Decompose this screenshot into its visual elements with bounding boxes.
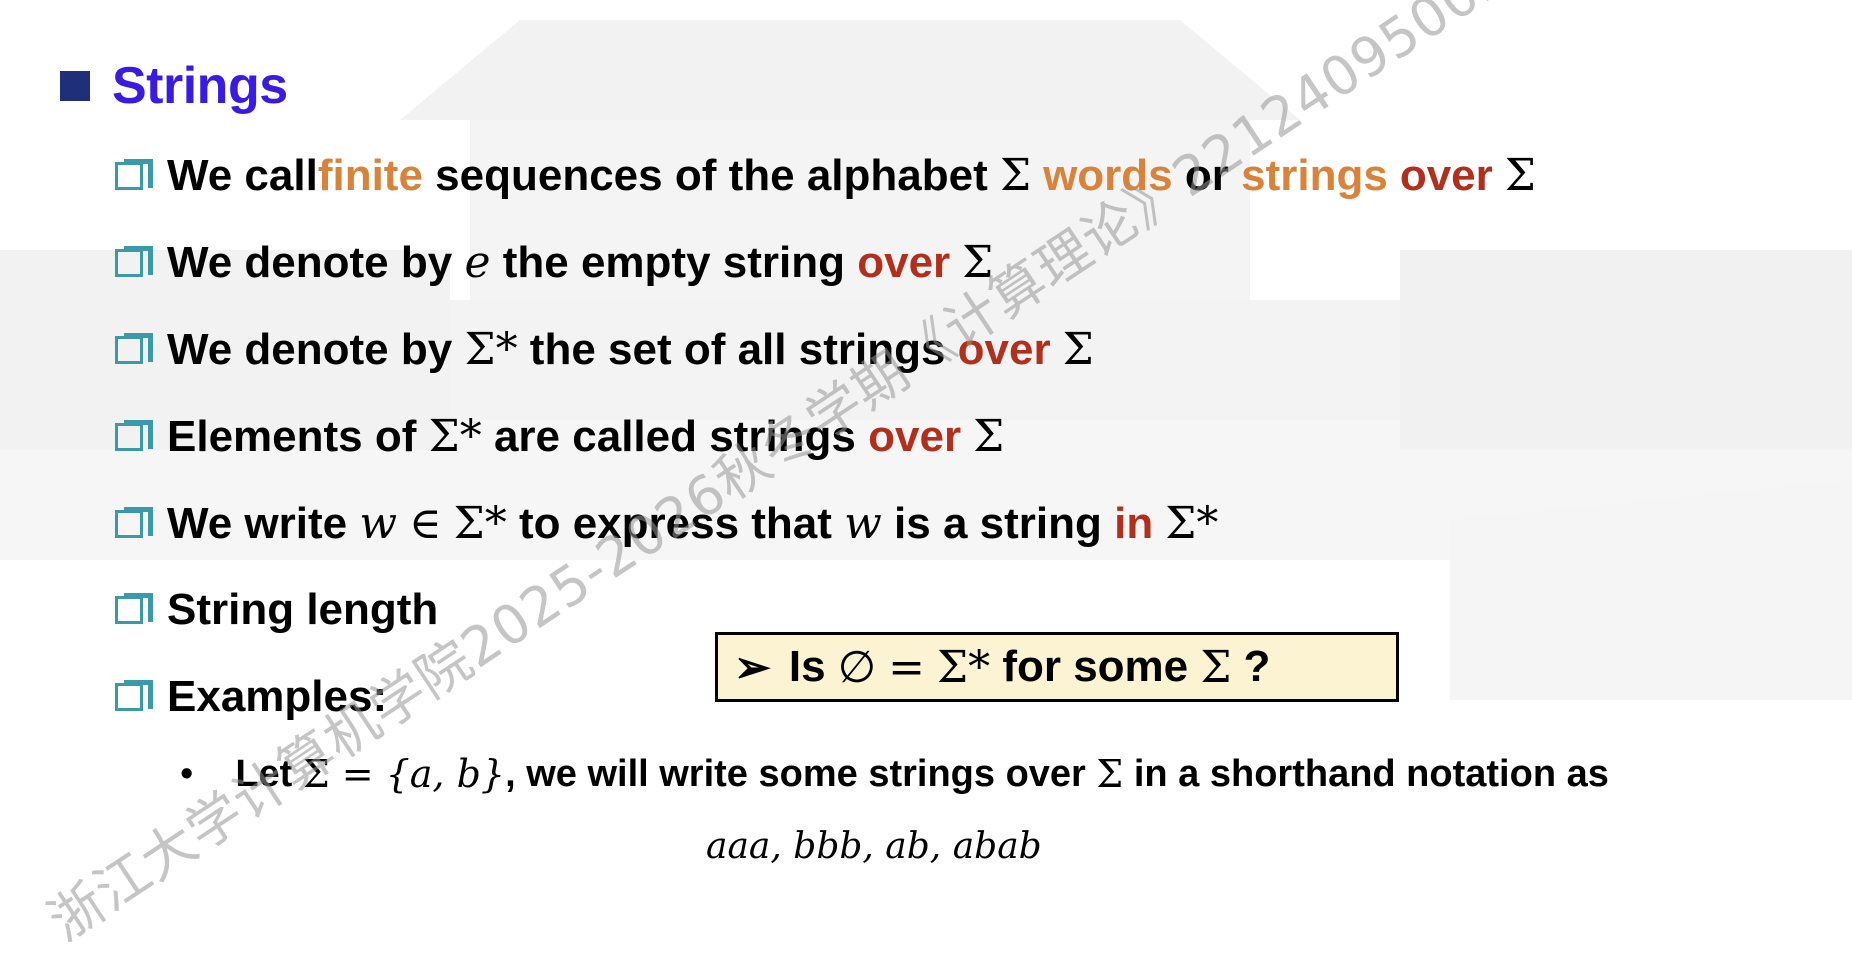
checkbox-bullet-icon: [115, 680, 153, 711]
text: for some: [990, 642, 1201, 691]
sigma-symbol: Σ: [1062, 324, 1094, 375]
bullet-finite-sequences: We call finite sequences of the alphabet…: [115, 150, 1536, 201]
text: We denote by: [167, 237, 465, 287]
slide: Strings We call finite sequences of the …: [0, 0, 1852, 953]
sigma-symbol: Σ: [1504, 150, 1536, 201]
text: We write: [167, 498, 360, 548]
text: String length: [167, 585, 439, 634]
square-bullet-icon: [60, 71, 90, 101]
epsilon-symbol: e: [464, 237, 491, 288]
sigma-star-symbol: Σ*: [937, 641, 991, 693]
highlight-finite: finite: [317, 150, 423, 200]
checkbox-bullet-icon: [115, 419, 153, 451]
text: sequences of the alphabet: [422, 150, 1000, 200]
text: , we will write some strings over: [505, 752, 1097, 795]
bullet-string-length: String length: [115, 585, 438, 635]
text: is a string: [881, 498, 1115, 548]
w-symbol: w: [359, 498, 398, 549]
checkbox-bullet-icon: [115, 506, 153, 538]
equals-symbol: =: [888, 641, 925, 693]
highlight-over: over: [857, 237, 951, 287]
checkbox-bullet-icon: [115, 245, 153, 277]
highlight-in: in: [1114, 498, 1154, 548]
sigma-star-symbol: Σ*: [428, 411, 482, 462]
element-of-symbol: ∈: [409, 498, 442, 549]
set-ab: {a, b}: [385, 752, 506, 796]
question-mark: ?: [1243, 642, 1271, 691]
sigma-star-symbol: Σ*: [453, 498, 507, 549]
text: Is: [788, 642, 838, 691]
watermark-text: 浙江大学计算机学院2025-2026秋冬学期《计算理论》22124095002—…: [37, 0, 1796, 954]
sigma-star-symbol: Σ*: [1165, 498, 1219, 549]
sigma-symbol: Σ: [973, 411, 1005, 462]
title-row: Strings: [60, 56, 288, 116]
arrow-bullet-icon: ➢: [734, 642, 771, 692]
highlight-over: over: [1399, 150, 1493, 200]
checkbox-bullet-icon: [115, 593, 153, 624]
text: Elements of: [167, 411, 429, 461]
checkbox-bullet-icon: [115, 158, 153, 190]
text: in a shorthand notation as: [1123, 752, 1609, 795]
text: the empty string: [490, 237, 858, 287]
question-callout: ➢ Is ∅ = Σ* for some Σ ?: [715, 632, 1399, 702]
sigma-symbol: Σ: [999, 150, 1032, 201]
sigma-symbol: Σ: [1096, 752, 1124, 796]
empty-set-symbol: ∅: [837, 641, 877, 693]
checkbox-bullet-icon: [115, 332, 153, 364]
w-symbol: w: [844, 498, 882, 549]
slide-title: Strings: [112, 57, 288, 115]
sigma-star-symbol: Σ*: [464, 324, 518, 375]
example-strings: aaa, bbb, ab, abab: [706, 826, 1042, 867]
sigma-symbol: Σ: [1200, 641, 1232, 693]
text: We denote by: [167, 324, 465, 374]
sub-bullet-example: • Let Σ = {a, b} , we will write some st…: [180, 752, 1609, 796]
bullet-empty-string: We denote by e the empty string over Σ: [115, 237, 993, 288]
text: We call: [167, 150, 318, 200]
